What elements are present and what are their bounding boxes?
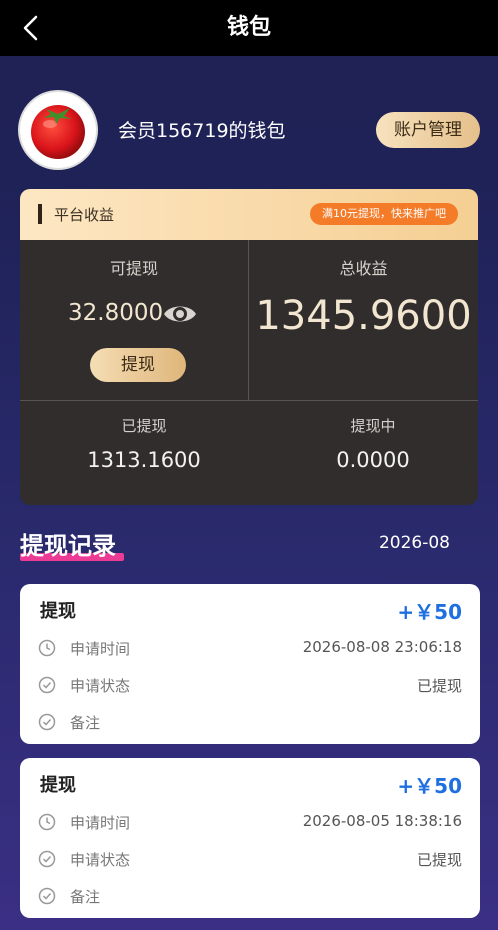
page-title: 钱包 [226, 15, 271, 40]
record-note-row: 备注 [38, 884, 462, 908]
note-label: 备注 [70, 714, 101, 732]
month-selector[interactable]: 2026-08 [379, 533, 450, 553]
total-earnings-value: 1345.9600 [255, 293, 472, 339]
check-circle-icon [38, 676, 56, 694]
avatar[interactable] [20, 92, 96, 168]
divider-horizontal [20, 400, 478, 401]
pending-label: 提现中 [350, 417, 396, 435]
promo-badge: 满10元提现，快来推广吧 [310, 203, 458, 225]
status-value: 已提现 [416, 677, 462, 695]
records-section-title: 提现记录 [20, 532, 116, 560]
member-wallet-label: 会员156719的钱包 [118, 120, 286, 142]
record-amount: +￥50 [397, 774, 462, 798]
pending-value: 0.0000 [336, 448, 410, 472]
status-value: 已提现 [416, 851, 462, 869]
visibility-toggle[interactable] [162, 301, 198, 327]
status-label: 申请状态 [70, 851, 131, 869]
account-management-button[interactable]: 账户管理 [376, 112, 480, 148]
check-circle-icon [38, 713, 56, 731]
clock-icon [38, 813, 56, 831]
withdrawable-value: 32.8000 [68, 300, 164, 326]
time-value: 2026-08-08 23:06:18 [302, 638, 462, 656]
total-earnings-label: 总收益 [339, 259, 388, 278]
record-time-row: 申请时间 2026-08-05 18:38:16 [38, 810, 462, 834]
withdrawn-label: 已提现 [121, 417, 167, 435]
note-label: 备注 [70, 888, 101, 906]
card-title: 平台收益 [54, 206, 115, 224]
withdrawn-value: 1313.1600 [87, 448, 201, 472]
record-card[interactable]: 提现 +￥50 申请时间 2026-08-05 18:38:16 申请状态 已提… [20, 758, 480, 918]
title-bar-marker [38, 204, 42, 224]
check-circle-icon [38, 850, 56, 868]
platform-earnings-card: 平台收益 满10元提现，快来推广吧 可提现 32.8000 提现 总收益 134… [20, 189, 478, 505]
record-title: 提现 [40, 601, 76, 622]
time-label: 申请时间 [70, 814, 131, 832]
record-status-row: 申请状态 已提现 [38, 847, 462, 871]
check-circle-icon [38, 887, 56, 905]
card-header: 平台收益 满10元提现，快来推广吧 [20, 189, 478, 240]
tomato-avatar-icon [22, 94, 94, 166]
record-status-row: 申请状态 已提现 [38, 673, 462, 697]
clock-icon [38, 639, 56, 657]
record-note-row: 备注 [38, 710, 462, 734]
time-label: 申请时间 [70, 640, 131, 658]
record-amount: +￥50 [397, 600, 462, 624]
record-time-row: 申请时间 2026-08-08 23:06:18 [38, 636, 462, 660]
record-card[interactable]: 提现 +￥50 申请时间 2026-08-08 23:06:18 申请状态 已提… [20, 584, 480, 744]
top-bar: 钱包 [0, 0, 498, 56]
record-title: 提现 [40, 775, 76, 796]
eye-icon [164, 306, 196, 322]
status-label: 申请状态 [70, 677, 131, 695]
withdrawable-label: 可提现 [109, 259, 158, 278]
withdraw-button[interactable]: 提现 [90, 348, 186, 382]
time-value: 2026-08-05 18:38:16 [302, 812, 462, 830]
